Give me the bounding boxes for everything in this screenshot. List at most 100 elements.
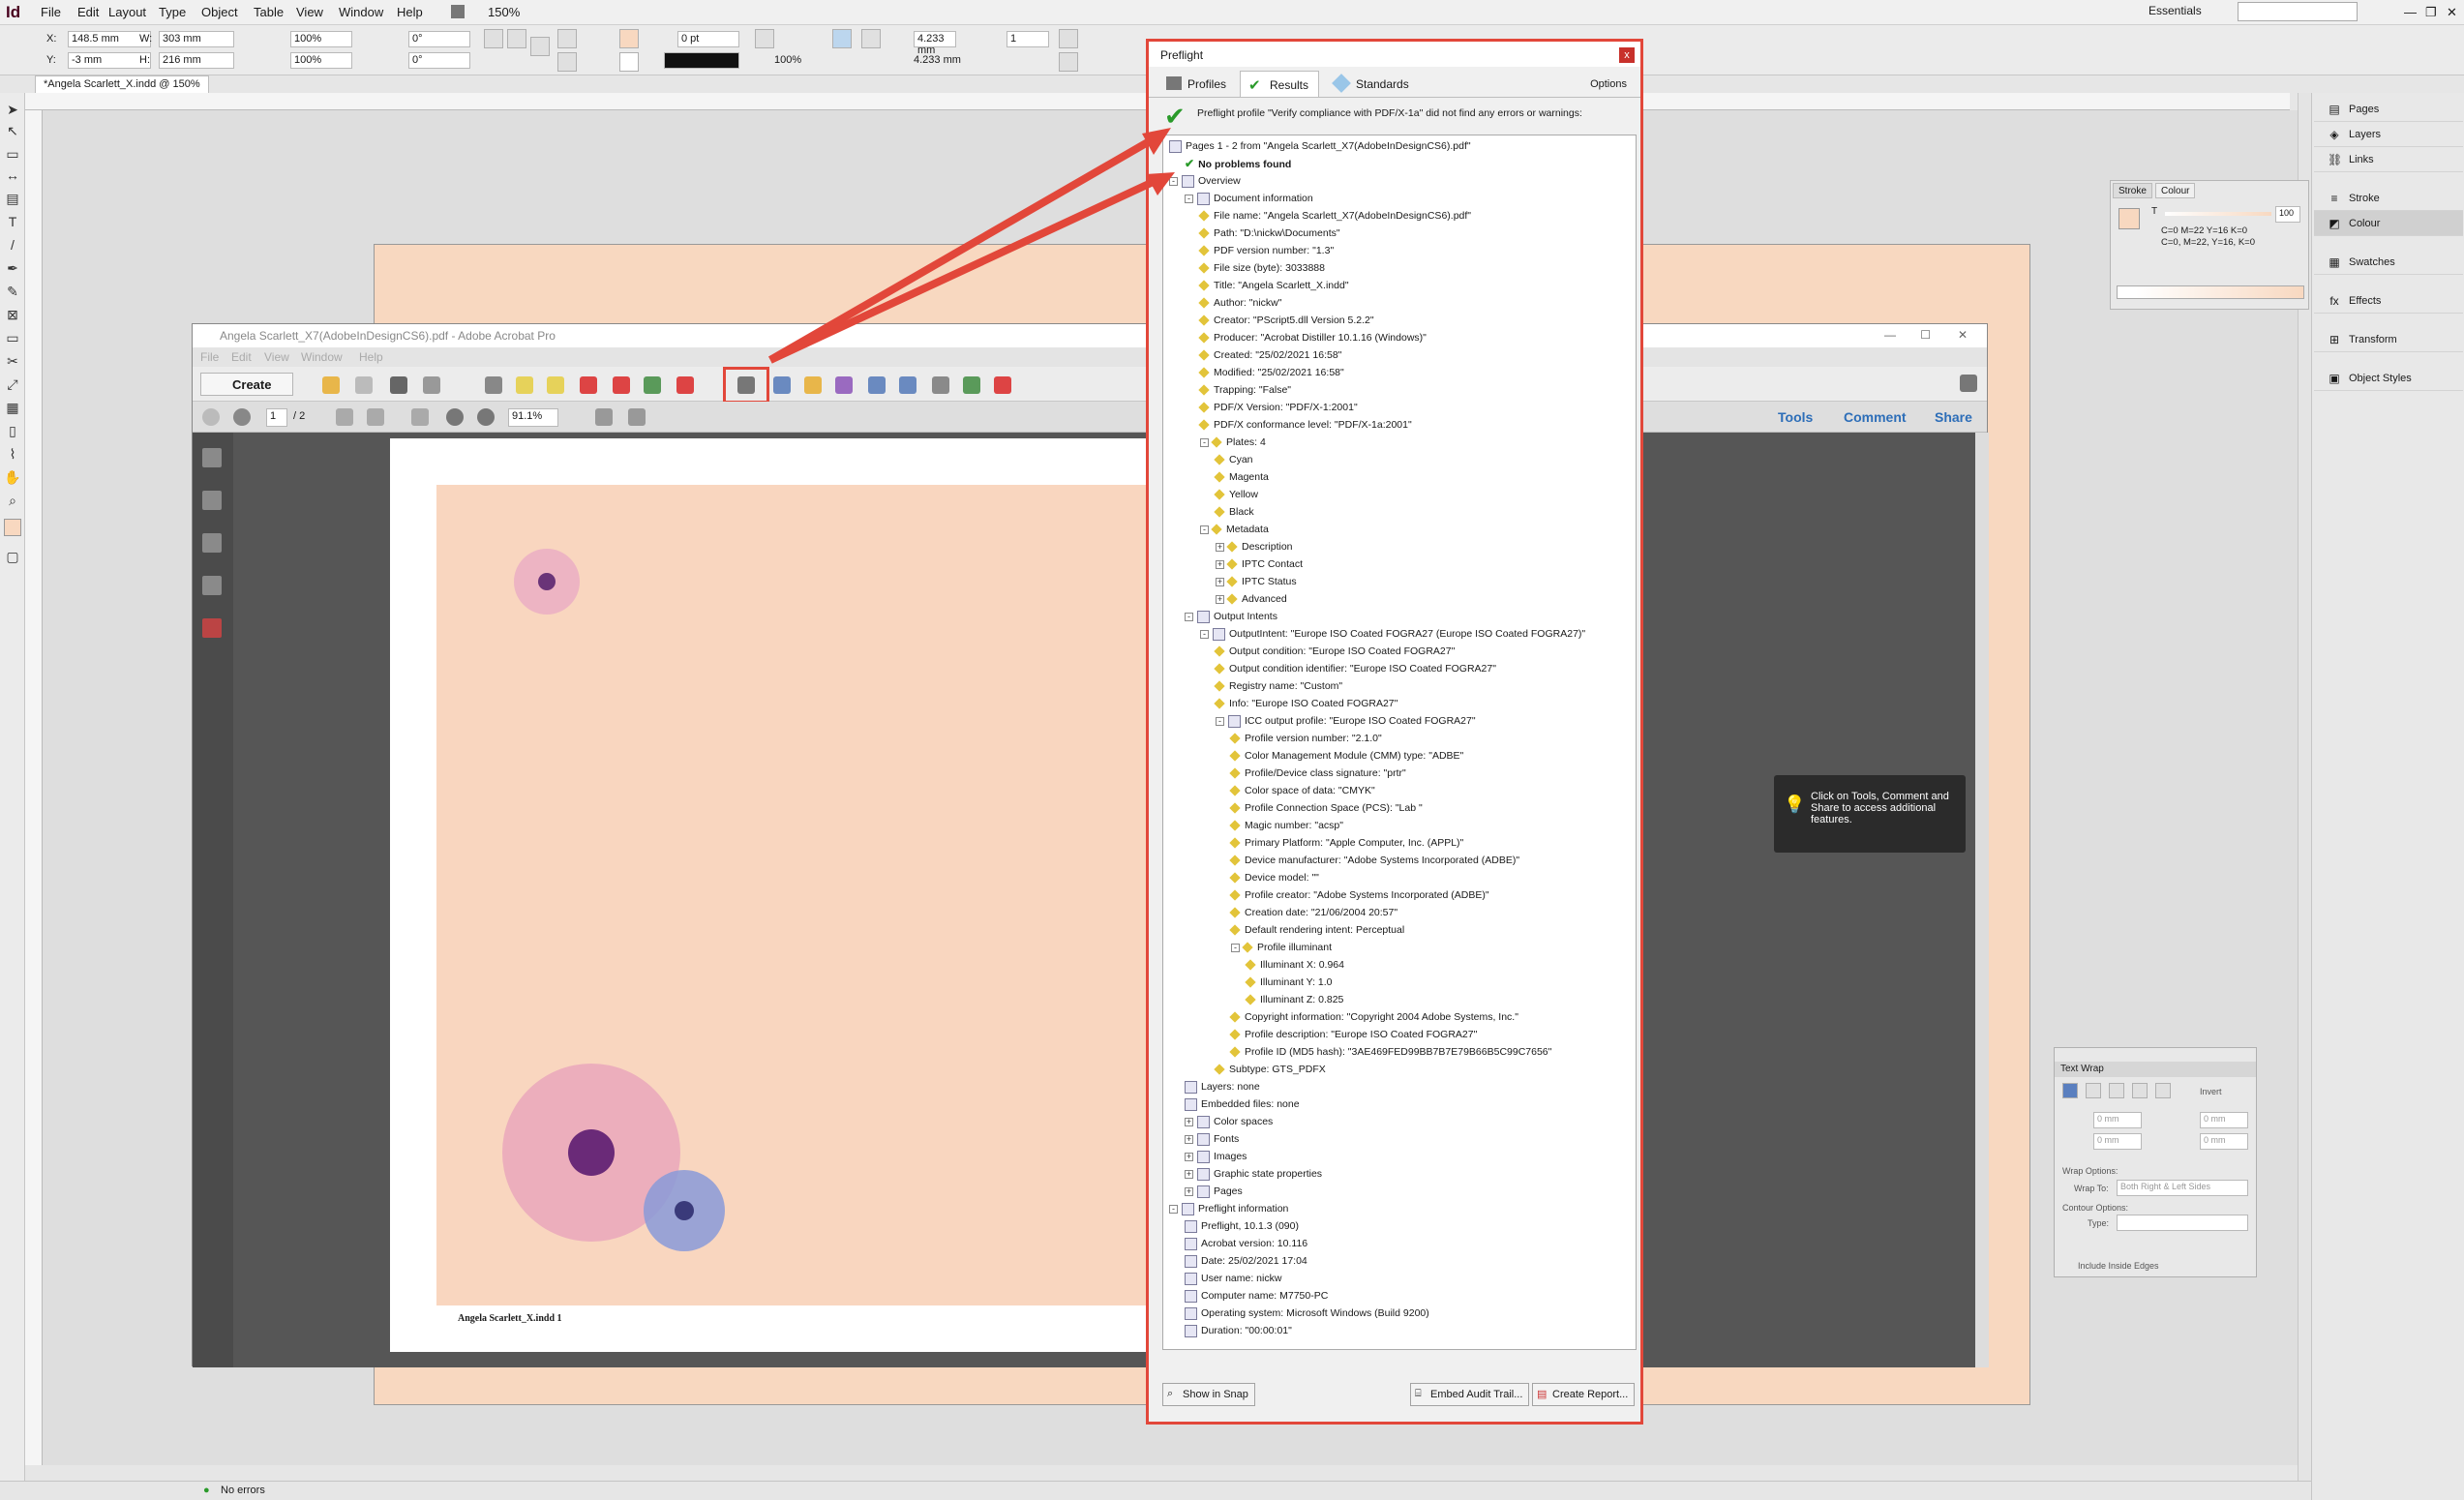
create-button[interactable]: Create: [200, 373, 293, 396]
hand-tool-icon[interactable]: ✋: [4, 468, 21, 486]
acrobat-minimize-icon[interactable]: —: [1884, 328, 1896, 342]
sign-icon[interactable]: [994, 376, 1011, 394]
tree-row[interactable]: Info: "Europe ISO Coated FOGRA27": [1214, 695, 1397, 712]
content-collector-icon[interactable]: ▤: [4, 190, 21, 207]
panel-object-styles[interactable]: ▣ Object Styles: [2314, 366, 2463, 391]
page-tool-icon[interactable]: ▭: [4, 145, 21, 163]
tree-row[interactable]: Title: "Angela Scarlett_X.indd": [1198, 277, 1349, 294]
pdf-icon-2[interactable]: [613, 376, 630, 394]
menu-help[interactable]: Help: [397, 5, 423, 19]
menu-window[interactable]: Window: [339, 5, 383, 19]
color-icon[interactable]: [804, 376, 822, 394]
type-tool-icon[interactable]: T: [4, 213, 21, 230]
tree-row[interactable]: + Fonts: [1185, 1130, 1239, 1148]
tree-row[interactable]: Subtype: GTS_PDFX: [1214, 1061, 1326, 1078]
direct-selection-tool-icon[interactable]: ↖: [4, 122, 21, 139]
expand-icon[interactable]: +: [1185, 1169, 1193, 1179]
tree-row[interactable]: Computer name: M7750-PC: [1185, 1287, 1328, 1305]
tree-row[interactable]: File size (byte): 3033888: [1198, 259, 1325, 277]
collapse-icon[interactable]: -: [1185, 194, 1193, 203]
tree-row[interactable]: + IPTC Status: [1216, 573, 1297, 590]
zoom-field[interactable]: 91.1%: [508, 408, 558, 427]
ink-icon[interactable]: [835, 376, 853, 394]
tree-row[interactable]: Black: [1214, 503, 1254, 521]
eyedropper-tool-icon[interactable]: ⌇: [4, 445, 21, 463]
tree-row[interactable]: Producer: "Acrobat Distiller 10.1.16 (Wi…: [1198, 329, 1427, 346]
panel-effects[interactable]: fx Effects: [2314, 288, 2463, 314]
fullscreen-icon[interactable]: [628, 408, 646, 426]
tree-row[interactable]: + IPTC Contact: [1216, 555, 1303, 573]
panel-stroke[interactable]: ≡ Stroke: [2314, 186, 2463, 211]
tree-row[interactable]: Magenta: [1214, 468, 1269, 486]
menu-file[interactable]: File: [41, 5, 61, 19]
selection-tool-icon[interactable]: ➤: [4, 101, 21, 118]
menu-edit[interactable]: Edit: [77, 5, 99, 19]
settings-icon[interactable]: [485, 376, 502, 394]
tree-row[interactable]: + Images: [1185, 1148, 1247, 1165]
acro-menu-edit[interactable]: Edit: [231, 350, 252, 364]
tree-row[interactable]: Primary Platform: "Apple Computer, Inc. …: [1229, 834, 1463, 852]
save-icon[interactable]: [355, 376, 373, 394]
corner-button[interactable]: [861, 29, 881, 48]
collapse-icon[interactable]: -: [1185, 612, 1193, 621]
scale-x-field[interactable]: 100%: [290, 31, 352, 47]
top-offset[interactable]: 0 mm: [2093, 1112, 2142, 1128]
search-input[interactable]: [2238, 2, 2358, 21]
rotation-field[interactable]: 0°: [408, 31, 470, 47]
tree-row[interactable]: Profile/Device class signature: "prtr": [1229, 765, 1406, 782]
transform-tool-icon[interactable]: ⤢: [4, 375, 21, 393]
bookmarks-icon[interactable]: [202, 491, 222, 510]
close-icon[interactable]: x: [1619, 47, 1635, 63]
bridge-icon[interactable]: [451, 5, 465, 18]
frame-tool-icon[interactable]: ⊠: [4, 306, 21, 323]
tree-row[interactable]: Pages 1 - 2 from "Angela Scarlett_X7(Ado…: [1169, 137, 1471, 155]
insert-page-icon[interactable]: [644, 376, 661, 394]
prev-page-icon[interactable]: [202, 408, 220, 426]
fill-swatch-colour[interactable]: [2118, 208, 2140, 229]
convert-icon[interactable]: [868, 376, 886, 394]
attachments-icon[interactable]: [202, 533, 222, 553]
tree-row[interactable]: - Metadata: [1200, 521, 1269, 538]
tab-results[interactable]: ✔ Results: [1240, 71, 1319, 97]
collapse-icon[interactable]: -: [1200, 629, 1209, 639]
right-offset[interactable]: 0 mm: [2200, 1133, 2248, 1150]
tree-row[interactable]: Copyright information: "Copyright 2004 A…: [1229, 1008, 1518, 1026]
panel-transform[interactable]: ⊞ Transform: [2314, 327, 2463, 352]
jump-column-button[interactable]: [2155, 1083, 2171, 1098]
tab-stroke[interactable]: Stroke: [2113, 183, 2152, 198]
layers-icon-acrobat[interactable]: [202, 618, 222, 638]
collapse-icon[interactable]: -: [1216, 716, 1224, 726]
opacity-value[interactable]: 100%: [774, 54, 801, 66]
next-page-icon[interactable]: [233, 408, 251, 426]
scissors-tool-icon[interactable]: ✂: [4, 352, 21, 370]
tools-pane-button[interactable]: Tools: [1778, 409, 1813, 425]
minimize-icon[interactable]: —: [2404, 5, 2417, 19]
restore-icon[interactable]: ❐: [2425, 5, 2437, 20]
collapse-icon[interactable]: -: [1169, 1204, 1178, 1214]
tree-row[interactable]: Profile description: "Europe ISO Coated …: [1229, 1026, 1477, 1043]
wrap-shape-button[interactable]: [2109, 1083, 2124, 1098]
panel-pages[interactable]: ▤ Pages: [2314, 97, 2463, 122]
pdf-icon-1[interactable]: [580, 376, 597, 394]
tree-row[interactable]: - OutputIntent: "Europe ISO Coated FOGRA2…: [1200, 625, 1585, 643]
tree-row[interactable]: Color space of data: "CMYK": [1229, 782, 1375, 799]
collapse-icon[interactable]: -: [1231, 943, 1240, 952]
tree-row[interactable]: Modified: "25/02/2021 16:58": [1198, 364, 1344, 381]
no-wrap-button[interactable]: [2062, 1083, 2078, 1098]
zoom-tool-icon[interactable]: ⌕: [4, 492, 21, 509]
panel-colour[interactable]: ◩ Colour: [2314, 211, 2463, 236]
columns-field[interactable]: 1: [1007, 31, 1049, 47]
acro-menu-file[interactable]: File: [200, 350, 219, 364]
expand-icon[interactable]: +: [1185, 1117, 1193, 1126]
corner-size-field[interactable]: 4.233 mm: [914, 31, 956, 56]
tree-row[interactable]: Device model: "": [1229, 869, 1319, 886]
expand-icon[interactable]: +: [1216, 559, 1224, 569]
tree-row[interactable]: Creator: "PScript5.dll Version 5.2.2": [1198, 312, 1374, 329]
tree-row[interactable]: Yellow: [1214, 486, 1258, 503]
comment-icon[interactable]: [516, 376, 533, 394]
tree-row[interactable]: Layers: none: [1185, 1078, 1260, 1095]
zoom-in-icon[interactable]: [477, 408, 495, 426]
expand-icon[interactable]: +: [1216, 542, 1224, 552]
fill-swatch[interactable]: [619, 29, 639, 48]
tree-row[interactable]: Magic number: "acsp": [1229, 817, 1343, 834]
